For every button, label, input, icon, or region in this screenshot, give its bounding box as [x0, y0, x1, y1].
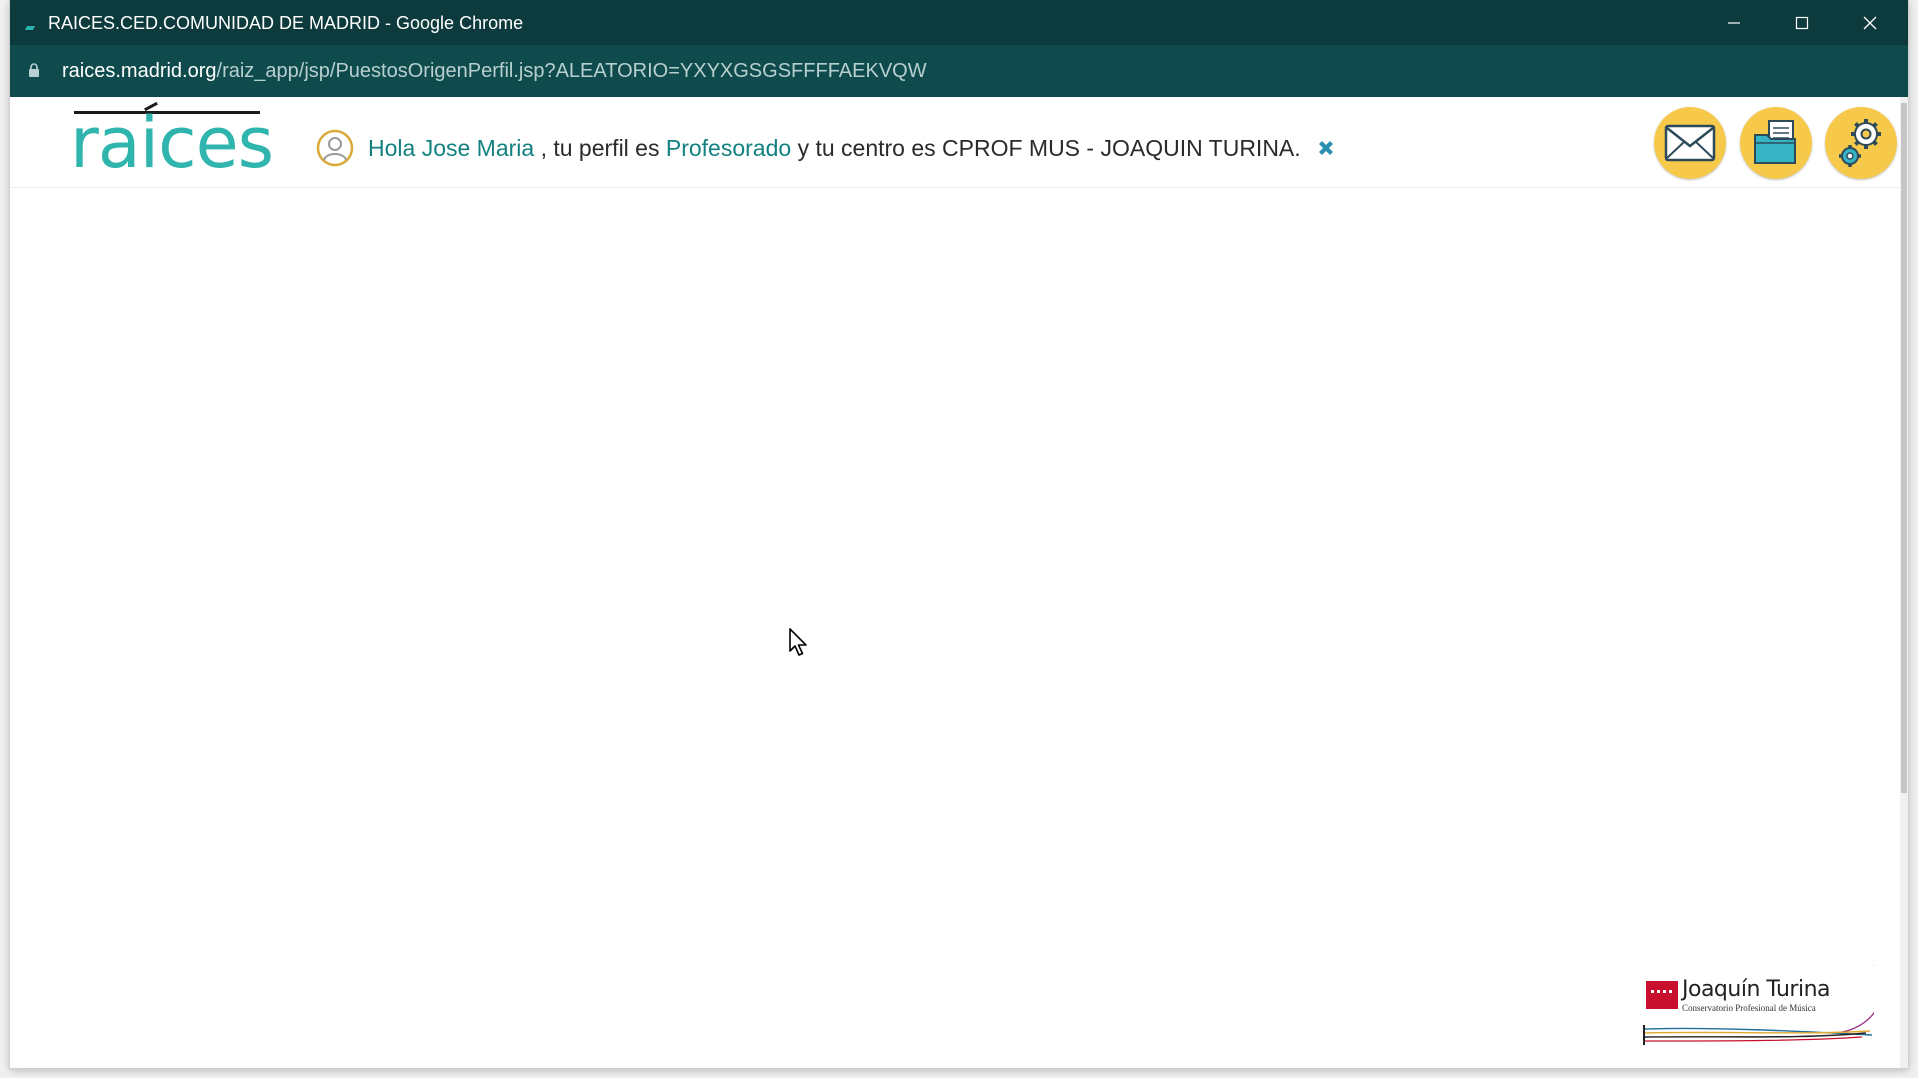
settings-button[interactable] — [1825, 107, 1897, 179]
address-bar[interactable]: raices.madrid.org/raiz_app/jsp/PuestosOr… — [10, 45, 1908, 97]
window-title: RAICES.CED.COMUNIDAD DE MADRID - Google … — [48, 13, 524, 33]
greeting-profile-prefix: , tu perfil es — [540, 135, 660, 161]
envelope-icon — [1664, 124, 1716, 162]
conservatory-logo: Joaquín Turina Conservatorio Profesional… — [1634, 961, 1874, 1051]
gears-icon — [1839, 119, 1881, 167]
lock-icon — [29, 63, 39, 77]
greeting-user-name[interactable]: Hola Jose Maria — [368, 134, 534, 162]
raices-logo[interactable]: raices — [62, 101, 274, 181]
close-icon — [1863, 16, 1877, 29]
documents-button[interactable] — [1740, 107, 1812, 179]
url-text[interactable]: raices.madrid.org/raiz_app/jsp/PuestosOr… — [62, 59, 927, 83]
minimize-icon — [1728, 21, 1740, 24]
mouse-cursor-icon — [789, 628, 807, 656]
logout-close-icon[interactable] — [1315, 137, 1337, 159]
url-host: raices.madrid.org — [62, 60, 217, 82]
maximize-button[interactable] — [1768, 0, 1836, 45]
minimize-button[interactable] — [1700, 0, 1768, 45]
documents-folder-icon — [1754, 120, 1796, 164]
page-content: raices Hola Jose Maria , tu perfil es Pr… — [10, 97, 1908, 1068]
favicon-icon — [24, 26, 36, 30]
url-path: /raiz_app/jsp/PuestosOrigenPerfil.jsp?AL… — [216, 60, 927, 82]
logo-text: raices — [70, 102, 274, 184]
messages-button[interactable] — [1654, 107, 1726, 179]
maximize-icon — [1795, 16, 1809, 29]
page-scrollbar[interactable] — [1900, 97, 1908, 1068]
greeting-center-text: y tu centro es CPROF MUS - JOAQUIN TURIN… — [797, 135, 1301, 161]
user-avatar-icon — [316, 129, 354, 167]
greeting-profile-link[interactable]: Profesorado — [666, 134, 791, 162]
app-header: raices Hola Jose Maria , tu perfil es Pr… — [10, 97, 1908, 188]
conservatory-subtitle: Conservatorio Profesional de Música — [1682, 1003, 1816, 1013]
close-window-button[interactable] — [1836, 0, 1904, 45]
conservatory-name: Joaquín Turina — [1682, 977, 1831, 1002]
user-greeting: Hola Jose Maria , tu perfil es Profesora… — [316, 129, 1337, 167]
scrollbar-thumb[interactable] — [1901, 103, 1907, 793]
browser-window: RAICES.CED.COMUNIDAD DE MADRID - Google … — [10, 0, 1908, 1068]
title-bar[interactable]: RAICES.CED.COMUNIDAD DE MADRID - Google … — [10, 0, 1908, 45]
madrid-flag-icon — [1646, 981, 1678, 1009]
